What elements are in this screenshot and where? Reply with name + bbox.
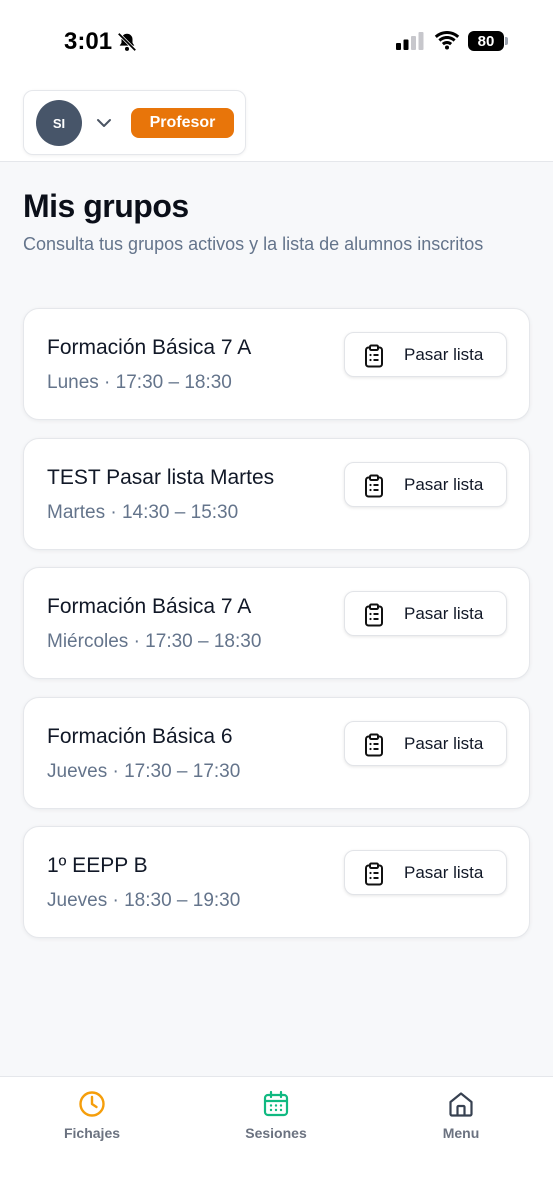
group-schedule: Martes · 14:30 – 15:30 (47, 501, 239, 523)
pasar-lista-label: Pasar lista (404, 733, 484, 753)
nav-item-sesiones[interactable]: Sesiones (206, 1089, 346, 1149)
group-card[interactable]: Formación Básica 7 A Lunes · 17:30 – 18:… (23, 308, 530, 420)
status-time: 3:01 (64, 28, 113, 55)
bell-slash-icon (116, 31, 138, 58)
bottom-nav: Fichajes Sesiones Menu (0, 1076, 553, 1200)
page-title: Mis grupos (23, 188, 189, 224)
wifi-icon (434, 30, 460, 55)
clipboard-list-icon (363, 474, 385, 503)
pasar-lista-label: Pasar lista (404, 345, 484, 364)
group-name: Formación Básica 7 A (47, 336, 252, 359)
pasar-lista-label: Pasar lista (404, 863, 484, 882)
group-schedule: Jueves · 17:30 – 17:30 (47, 760, 241, 782)
calendar-icon (261, 1089, 291, 1119)
battery-tip (505, 37, 508, 45)
group-card[interactable]: 1º EEPP B Jueves · 18:30 – 19:30 Pasar l… (23, 826, 530, 938)
group-list: Formación Básica 7 A Lunes · 17:30 – 18:… (23, 308, 530, 956)
user-switcher[interactable]: SI Profesor (23, 90, 246, 155)
group-name: Formación Básica 6 (47, 724, 233, 748)
battery-icon: 80 (468, 31, 504, 51)
group-schedule: Miércoles · 17:30 – 18:30 (47, 631, 262, 652)
pasar-lista-button[interactable]: Pasar lista (344, 720, 507, 766)
role-badge: Profesor (131, 108, 234, 138)
status-bar: 3:01 80 (0, 0, 553, 80)
clipboard-list-icon (363, 603, 385, 632)
nav-label: Sesiones (245, 1125, 307, 1141)
nav-label: Fichajes (63, 1125, 121, 1141)
chevron-down-icon[interactable] (96, 116, 112, 134)
group-name: Formación Básica 7 A (47, 595, 252, 618)
pasar-lista-button[interactable]: Pasar lista (344, 461, 507, 507)
group-name: 1º EEPP B (47, 854, 148, 877)
nav-item-menu[interactable]: Menu (391, 1089, 531, 1149)
clipboard-list-icon (363, 344, 385, 373)
group-name: TEST Pasar lista Martes (47, 465, 275, 489)
pasar-lista-button[interactable]: Pasar lista (344, 850, 507, 895)
nav-item-fichajes[interactable]: Fichajes (22, 1089, 162, 1149)
clipboard-list-icon (363, 733, 385, 762)
pasar-lista-label: Pasar lista (404, 604, 484, 623)
group-card[interactable]: Formación Básica 7 A Miércoles · 17:30 –… (23, 567, 530, 679)
app-header: SI Profesor (0, 80, 553, 162)
page-subtitle: Consulta tus grupos activos y la lista d… (23, 234, 484, 254)
pasar-lista-label: Pasar lista (404, 474, 484, 494)
avatar[interactable]: SI (36, 100, 82, 146)
nav-label: Menu (442, 1125, 480, 1141)
home-icon (446, 1089, 476, 1119)
group-card[interactable]: TEST Pasar lista Martes Martes · 14:30 –… (23, 437, 530, 550)
group-schedule: Lunes · 17:30 – 18:30 (47, 372, 232, 393)
clipboard-list-icon (363, 862, 385, 891)
pasar-lista-button[interactable]: Pasar lista (344, 591, 507, 636)
group-card[interactable]: Formación Básica 6 Jueves · 17:30 – 17:3… (23, 696, 530, 809)
pasar-lista-button[interactable]: Pasar lista (344, 332, 507, 377)
clock-icon (77, 1089, 107, 1119)
group-schedule: Jueves · 18:30 – 19:30 (47, 890, 241, 911)
signal-icon (396, 32, 424, 55)
